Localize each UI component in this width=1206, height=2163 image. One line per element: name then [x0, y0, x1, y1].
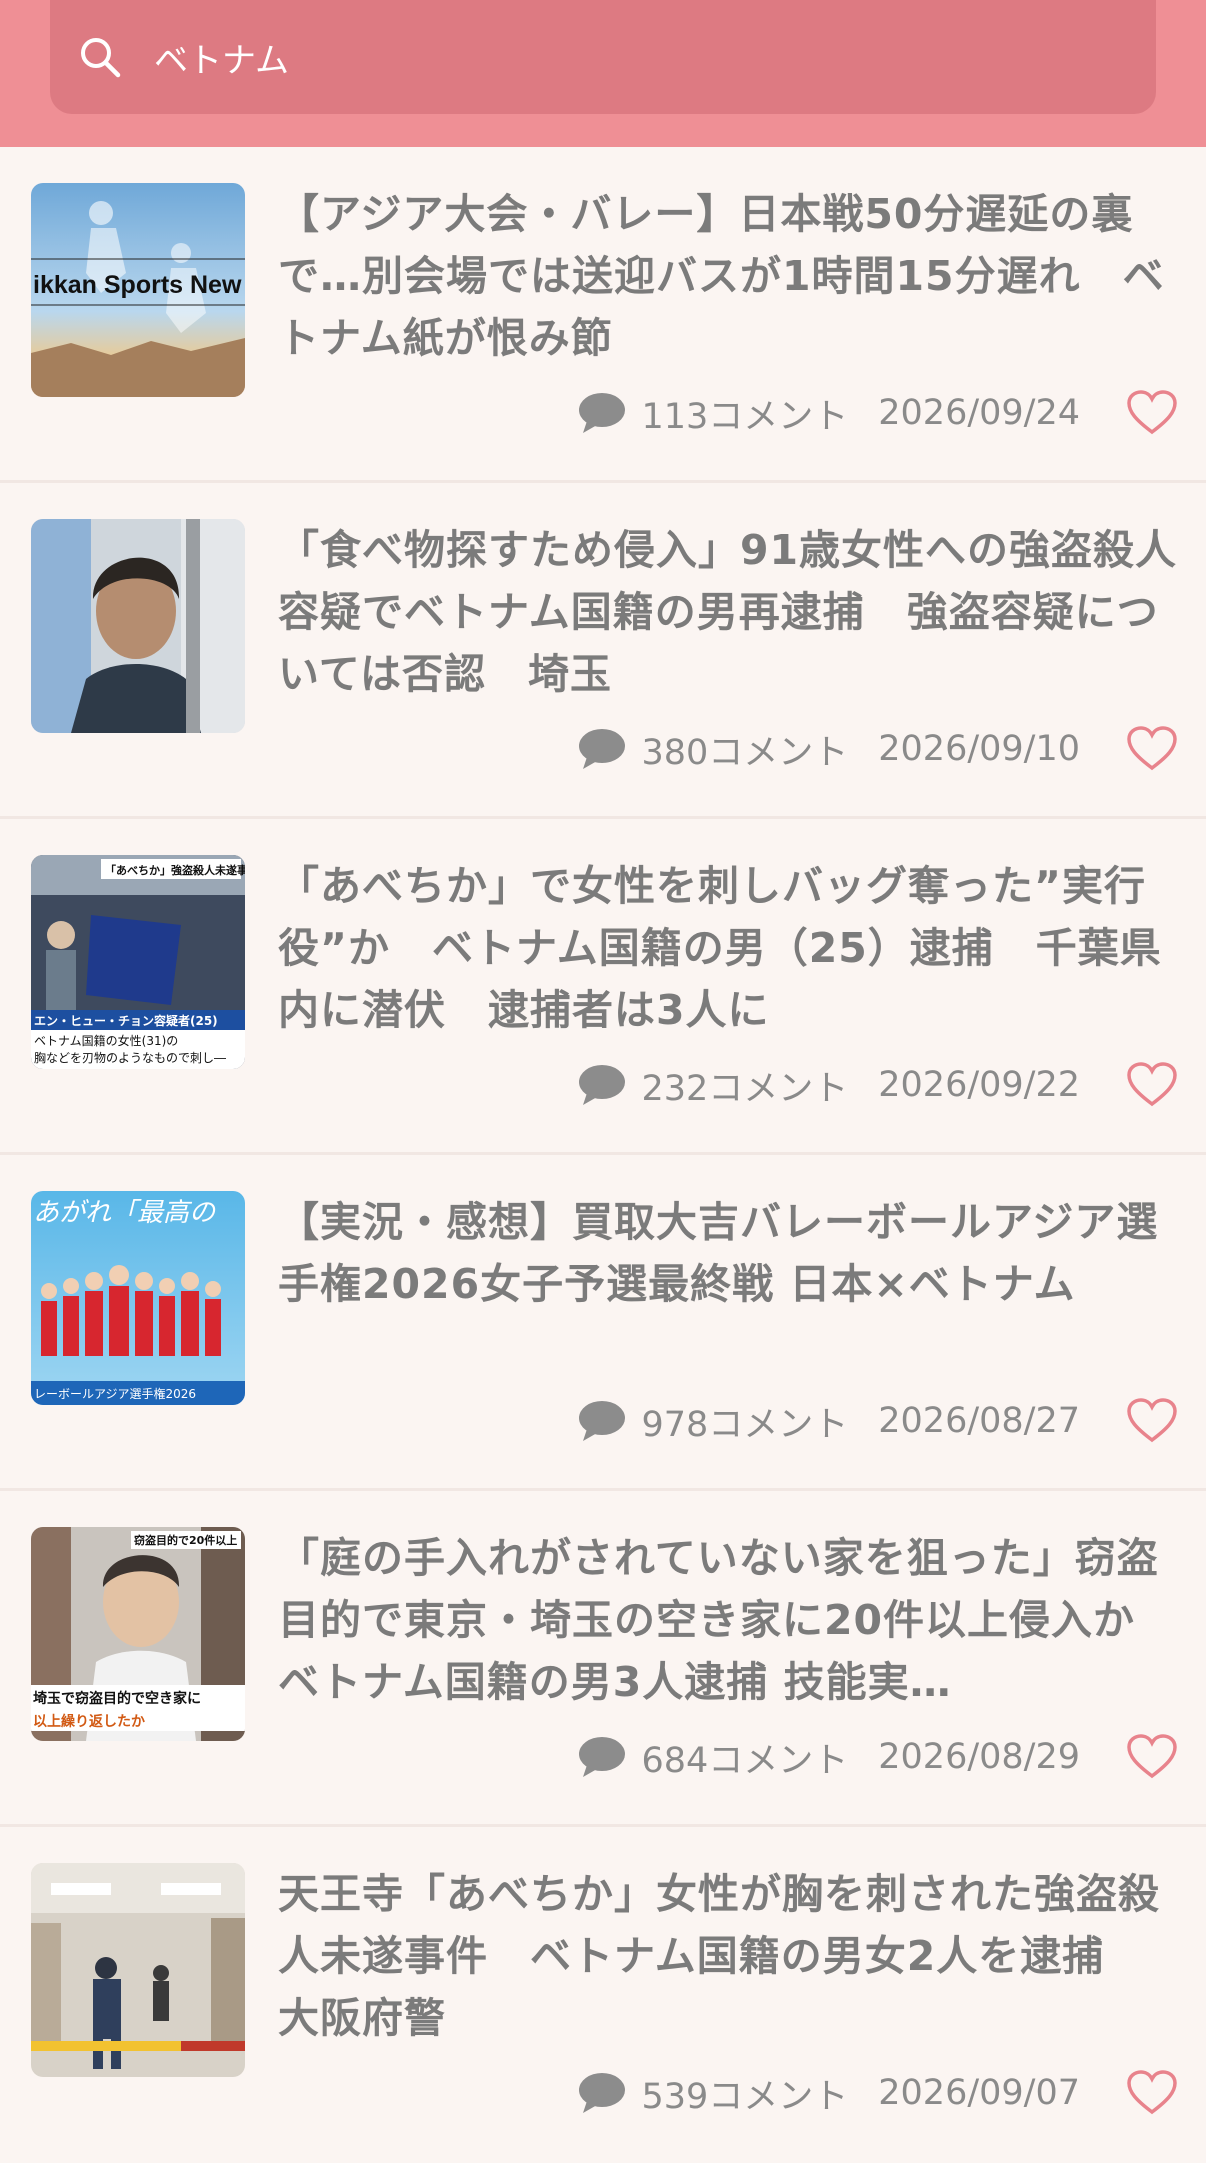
list-item[interactable]: 天王寺「あべちか」女性が胸を刺された強盗殺人未遂事件 ベトナム国籍の男女2人を逮… [0, 1827, 1206, 2163]
article-list: ikkan Sports New 【アジア大会・バレー】日本戦50分遅延の裏で…… [0, 147, 1206, 2163]
thumbnail-text: ikkan Sports New [33, 271, 242, 299]
article-date: 2026/09/24 [878, 393, 1080, 433]
article-title[interactable]: 【アジア大会・バレー】日本戦50分遅延の裏で…別会場では送迎バスが1時間15分遅… [278, 183, 1178, 369]
article-title[interactable]: 「庭の手入れがされていない家を狙った」窃盗目的で東京・埼玉の空き家に20件以上侵… [278, 1527, 1178, 1713]
heart-icon[interactable] [1126, 726, 1178, 772]
thumbnail-text: 「あべちか」強盗殺人未遂事件 [105, 863, 245, 877]
comment-icon [579, 2073, 626, 2113]
article-date: 2026/08/27 [878, 1401, 1080, 1441]
comment-count: 232コメント [641, 1068, 849, 1109]
article-meta: 539コメント 2026/09/07 [577, 2062, 1178, 2124]
heart-icon[interactable] [1126, 1398, 1178, 1444]
article-date: 2026/09/22 [878, 1065, 1080, 1105]
thumbnail-caption: ベトナム国籍の女性(31)の [34, 1033, 178, 1048]
heart-icon[interactable] [1126, 2070, 1178, 2116]
thumbnail-caption: 胸などを刃物のようなもので刺し― [34, 1050, 226, 1065]
article-title[interactable]: 「食べ物探すため侵入」91歳女性への強盗殺人容疑でベトナム国籍の男再逮捕 強盗容… [278, 519, 1178, 705]
thumbnail-caption: 以上繰り返したか [33, 1713, 145, 1730]
list-item[interactable]: あがれ「最高の レーボールアジア選手権2026 【実況・感想】買取大吉バレーボー… [0, 1155, 1206, 1491]
article-date: 2026/08/29 [878, 1737, 1080, 1777]
comment-icon [579, 1401, 626, 1441]
thumbnail-text: あがれ「最高の [33, 1198, 217, 1228]
article-thumbnail[interactable]: 窃盗目的で20件以上 埼玉で窃盗目的で空き家に 以上繰り返したか [31, 1527, 245, 1741]
article-thumbnail[interactable] [31, 1863, 245, 2077]
article-title[interactable]: 【実況・感想】買取大吉バレーボールアジア選手権2026女子予選最終戦 日本×ベト… [278, 1191, 1178, 1315]
article-meta: 684コメント 2026/08/29 [577, 1726, 1178, 1788]
article-thumbnail[interactable]: ikkan Sports New [31, 183, 245, 397]
thumbnail-text: 窃盗目的で20件以上 [134, 1533, 237, 1547]
comment-count: 380コメント [641, 732, 849, 773]
search-input[interactable] [154, 37, 1054, 77]
comment-count: 978コメント [641, 1404, 849, 1445]
comment-count: 684コメント [641, 1740, 849, 1781]
comment-count: 539コメント [641, 2076, 849, 2117]
list-item[interactable]: 窃盗目的で20件以上 埼玉で窃盗目的で空き家に 以上繰り返したか 「庭の手入れが… [0, 1491, 1206, 1827]
article-meta: 232コメント 2026/09/22 [577, 1054, 1178, 1116]
list-item[interactable]: 「食べ物探すため侵入」91歳女性への強盗殺人容疑でベトナム国籍の男再逮捕 強盗容… [0, 483, 1206, 819]
thumbnail-caption: エン・ヒュー・チョン容疑者(25) [34, 1013, 218, 1028]
list-item[interactable]: 「あべちか」強盗殺人未遂事件 エン・ヒュー・チョン容疑者(25) ベトナム国籍の… [0, 819, 1206, 1155]
comment-count: 113コメント [641, 396, 849, 437]
article-meta: 113コメント 2026/09/24 [577, 382, 1178, 444]
article-thumbnail[interactable]: 「あべちか」強盗殺人未遂事件 エン・ヒュー・チョン容疑者(25) ベトナム国籍の… [31, 855, 245, 1069]
article-title[interactable]: 天王寺「あべちか」女性が胸を刺された強盗殺人未遂事件 ベトナム国籍の男女2人を逮… [278, 1863, 1178, 2049]
app-header [0, 0, 1206, 147]
article-date: 2026/09/07 [878, 2073, 1080, 2113]
comment-icon [579, 1737, 626, 1777]
search-icon[interactable] [70, 27, 130, 87]
comment-icon [579, 393, 626, 433]
heart-icon[interactable] [1126, 390, 1178, 436]
thumbnail-caption: レーボールアジア選手権2026 [34, 1386, 196, 1401]
list-item[interactable]: ikkan Sports New 【アジア大会・バレー】日本戦50分遅延の裏で…… [0, 147, 1206, 483]
search-bar[interactable] [50, 0, 1156, 114]
heart-icon[interactable] [1126, 1062, 1178, 1108]
article-thumbnail[interactable] [31, 519, 245, 733]
article-meta: 380コメント 2026/09/10 [577, 718, 1178, 780]
comment-icon [579, 729, 626, 769]
comment-icon [579, 1065, 626, 1105]
thumbnail-caption: 埼玉で窃盗目的で空き家に [33, 1690, 201, 1707]
heart-icon[interactable] [1126, 1734, 1178, 1780]
article-title[interactable]: 「あべちか」で女性を刺しバッグ奪った”実行役”か ベトナム国籍の男（25）逮捕 … [278, 855, 1178, 1041]
article-meta: 978コメント 2026/08/27 [577, 1390, 1178, 1452]
article-thumbnail[interactable]: あがれ「最高の レーボールアジア選手権2026 [31, 1191, 245, 1405]
article-date: 2026/09/10 [878, 729, 1080, 769]
